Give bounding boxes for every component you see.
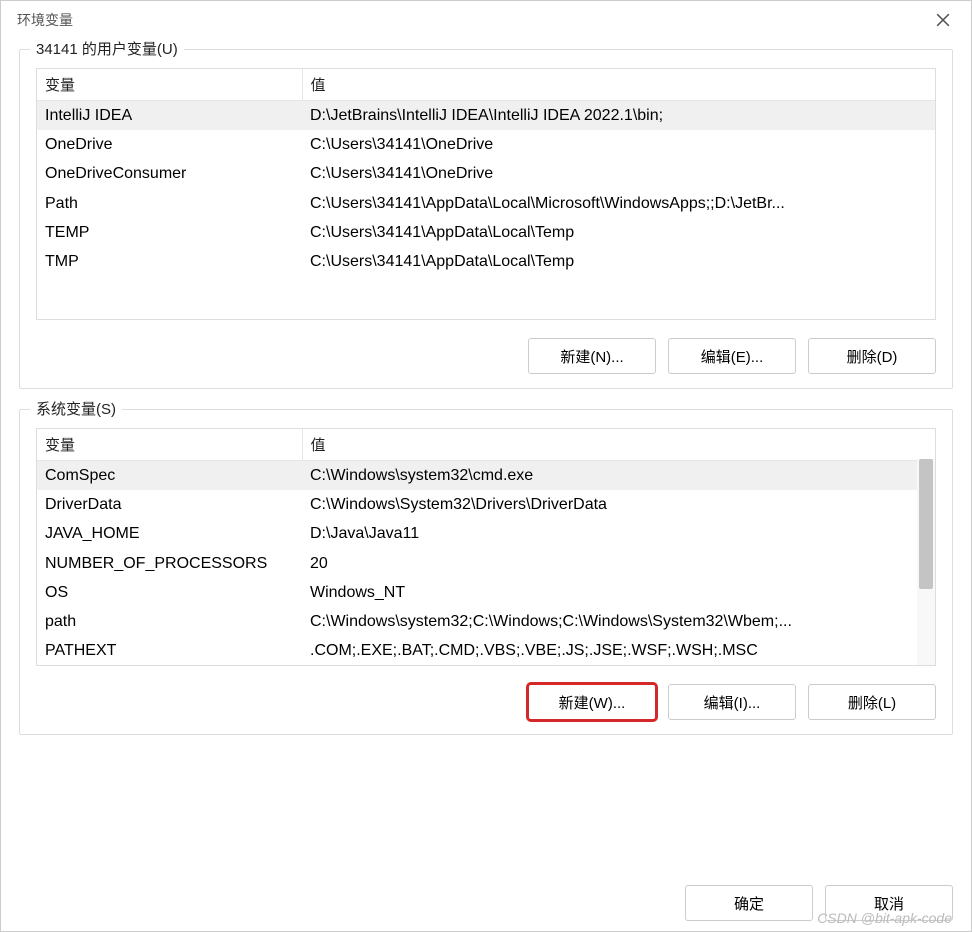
cancel-button[interactable]: 取消	[825, 885, 953, 921]
close-button[interactable]	[929, 6, 957, 34]
table-row[interactable]: PathC:\Users\34141\AppData\Local\Microso…	[37, 189, 935, 218]
table-row[interactable]: OneDriveConsumerC:\Users\34141\OneDrive	[37, 159, 935, 188]
environment-variables-dialog: 环境变量 34141 的用户变量(U) 变量 值 IntelliJ IDEAD:…	[0, 0, 972, 932]
var-name-cell: OS	[37, 578, 302, 607]
var-name-cell: PROCESSOR_ARCHITECTURE	[37, 665, 302, 666]
var-name-cell: TMP	[37, 247, 302, 276]
table-row[interactable]: NUMBER_OF_PROCESSORS20	[37, 549, 935, 578]
system-delete-button[interactable]: 删除(L)	[808, 684, 936, 720]
sys-col-value[interactable]: 值	[302, 429, 935, 461]
system-vars-table-container: 变量 值 ComSpecC:\Windows\system32\cmd.exeD…	[36, 428, 936, 666]
user-variables-group: 34141 的用户变量(U) 变量 值 IntelliJ IDEAD:\JetB…	[19, 49, 953, 389]
var-value-cell: Windows_NT	[302, 578, 935, 607]
user-col-value[interactable]: 值	[302, 69, 935, 101]
user-vars-table[interactable]: 变量 值 IntelliJ IDEAD:\JetBrains\IntelliJ …	[37, 69, 935, 276]
var-value-cell: D:\Java\Java11	[302, 519, 935, 548]
table-row[interactable]: TMPC:\Users\34141\AppData\Local\Temp	[37, 247, 935, 276]
var-value-cell: C:\Windows\system32;C:\Windows;C:\Window…	[302, 607, 935, 636]
table-row[interactable]: TEMPC:\Users\34141\AppData\Local\Temp	[37, 218, 935, 247]
var-name-cell: path	[37, 607, 302, 636]
user-delete-button[interactable]: 删除(D)	[808, 338, 936, 374]
var-name-cell: JAVA_HOME	[37, 519, 302, 548]
system-vars-table[interactable]: 变量 值 ComSpecC:\Windows\system32\cmd.exeD…	[37, 429, 935, 666]
dialog-title: 环境变量	[17, 10, 73, 30]
var-name-cell: Path	[37, 189, 302, 218]
var-value-cell: .COM;.EXE;.BAT;.CMD;.VBS;.VBE;.JS;.JSE;.…	[302, 636, 935, 665]
titlebar: 环境变量	[1, 1, 971, 39]
var-value-cell: 20	[302, 549, 935, 578]
ok-button[interactable]: 确定	[685, 885, 813, 921]
table-row[interactable]: DriverDataC:\Windows\System32\Drivers\Dr…	[37, 490, 935, 519]
table-row[interactable]: PROCESSOR_ARCHITECTUREAMD64	[37, 665, 935, 666]
scrollbar-thumb[interactable]	[919, 459, 933, 589]
var-value-cell: D:\JetBrains\IntelliJ IDEA\IntelliJ IDEA…	[302, 101, 935, 131]
system-new-button[interactable]: 新建(W)...	[528, 684, 656, 720]
table-row[interactable]: OSWindows_NT	[37, 578, 935, 607]
table-row[interactable]: pathC:\Windows\system32;C:\Windows;C:\Wi…	[37, 607, 935, 636]
system-vars-legend: 系统变量(S)	[30, 398, 122, 419]
system-edit-button[interactable]: 编辑(I)...	[668, 684, 796, 720]
system-vars-buttons: 新建(W)... 编辑(I)... 删除(L)	[36, 684, 936, 720]
var-value-cell: AMD64	[302, 665, 935, 666]
var-name-cell: OneDriveConsumer	[37, 159, 302, 188]
var-value-cell: C:\Users\34141\OneDrive	[302, 130, 935, 159]
var-name-cell: OneDrive	[37, 130, 302, 159]
user-new-button[interactable]: 新建(N)...	[528, 338, 656, 374]
close-icon	[936, 13, 950, 27]
table-row[interactable]: IntelliJ IDEAD:\JetBrains\IntelliJ IDEA\…	[37, 101, 935, 131]
table-row[interactable]: ComSpecC:\Windows\system32\cmd.exe	[37, 461, 935, 491]
user-vars-buttons: 新建(N)... 编辑(E)... 删除(D)	[36, 338, 936, 374]
system-vars-scrollbar[interactable]	[917, 459, 935, 665]
var-name-cell: TEMP	[37, 218, 302, 247]
var-name-cell: IntelliJ IDEA	[37, 101, 302, 131]
var-value-cell: C:\Users\34141\AppData\Local\Microsoft\W…	[302, 189, 935, 218]
dialog-buttons: 确定 取消	[1, 869, 971, 931]
user-vars-legend: 34141 的用户变量(U)	[30, 38, 184, 59]
table-row[interactable]: PATHEXT.COM;.EXE;.BAT;.CMD;.VBS;.VBE;.JS…	[37, 636, 935, 665]
user-vars-table-container: 变量 值 IntelliJ IDEAD:\JetBrains\IntelliJ …	[36, 68, 936, 320]
var-value-cell: C:\Users\34141\AppData\Local\Temp	[302, 247, 935, 276]
var-name-cell: NUMBER_OF_PROCESSORS	[37, 549, 302, 578]
dialog-content: 34141 的用户变量(U) 变量 值 IntelliJ IDEAD:\JetB…	[1, 39, 971, 869]
sys-col-name[interactable]: 变量	[37, 429, 302, 461]
system-variables-group: 系统变量(S) 变量 值 ComSpecC:\Windows\system32\…	[19, 409, 953, 735]
var-name-cell: DriverData	[37, 490, 302, 519]
var-value-cell: C:\Windows\System32\Drivers\DriverData	[302, 490, 935, 519]
table-row[interactable]: OneDriveC:\Users\34141\OneDrive	[37, 130, 935, 159]
user-col-name[interactable]: 变量	[37, 69, 302, 101]
var-value-cell: C:\Users\34141\AppData\Local\Temp	[302, 218, 935, 247]
table-row[interactable]: JAVA_HOMED:\Java\Java11	[37, 519, 935, 548]
user-edit-button[interactable]: 编辑(E)...	[668, 338, 796, 374]
var-value-cell: C:\Users\34141\OneDrive	[302, 159, 935, 188]
var-value-cell: C:\Windows\system32\cmd.exe	[302, 461, 935, 491]
var-name-cell: PATHEXT	[37, 636, 302, 665]
var-name-cell: ComSpec	[37, 461, 302, 491]
